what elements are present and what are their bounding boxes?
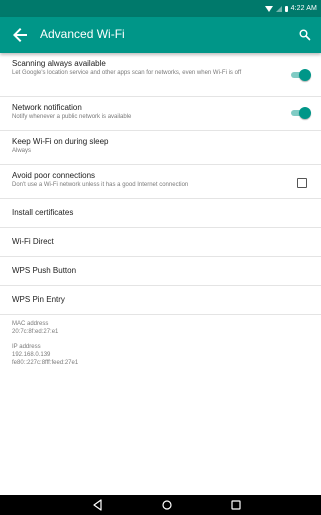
toggle-thumb bbox=[299, 69, 311, 81]
toggle-thumb bbox=[299, 107, 311, 119]
setting-title: Wi-Fi Direct bbox=[12, 237, 54, 246]
ipv6-address-value: fe80::227c:8fff:feed:27e1 bbox=[12, 360, 79, 366]
signal-icon bbox=[275, 5, 282, 12]
settings-list: Scanning always available Let Google's l… bbox=[0, 53, 321, 374]
arrow-back-icon bbox=[13, 28, 27, 42]
setting-subtitle: Notify whenever a public network is avai… bbox=[12, 114, 132, 120]
setting-title: WPS Pin Entry bbox=[12, 295, 65, 304]
wifi-icon bbox=[264, 5, 273, 12]
ip-address-block: IP address 192.168.0.139 fe80::227c:8fff… bbox=[12, 343, 321, 367]
page-title: Advanced Wi-Fi bbox=[40, 27, 125, 41]
search-icon bbox=[299, 29, 311, 41]
back-triangle-icon bbox=[93, 499, 102, 511]
back-button[interactable] bbox=[8, 23, 32, 47]
mac-address-block: MAC address 20:7c:8f:ed:27:e1 bbox=[12, 320, 321, 336]
setting-wps-pin-entry[interactable]: WPS Pin Entry bbox=[0, 286, 321, 315]
setting-title: Scanning always available bbox=[12, 59, 106, 68]
avoid-poor-connections-checkbox[interactable] bbox=[297, 178, 307, 188]
search-button[interactable] bbox=[293, 23, 317, 47]
setting-avoid-poor-connections[interactable]: Avoid poor connections Don't use a Wi-Fi… bbox=[0, 165, 321, 199]
mac-address-value: 20:7c:8f:ed:27:e1 bbox=[12, 329, 59, 335]
setting-subtitle: Don't use a Wi-Fi network unless it has … bbox=[12, 182, 189, 188]
setting-wps-push-button[interactable]: WPS Push Button bbox=[0, 257, 321, 286]
setting-title: Avoid poor connections bbox=[12, 171, 96, 180]
home-circle-icon bbox=[162, 500, 172, 510]
ipv4-address-value: 192.168.0.139 bbox=[12, 352, 51, 358]
setting-wifi-direct[interactable]: Wi-Fi Direct bbox=[0, 228, 321, 257]
setting-subtitle: Let Google's location service and other … bbox=[12, 70, 242, 76]
app-bar: Advanced Wi-Fi bbox=[0, 17, 321, 53]
ip-address-label: IP address bbox=[12, 344, 41, 350]
nav-recents-button[interactable] bbox=[229, 498, 243, 512]
recents-square-icon bbox=[231, 500, 241, 510]
setting-title: Keep Wi-Fi on during sleep bbox=[12, 137, 109, 146]
setting-title: Install certificates bbox=[12, 208, 74, 217]
scanning-toggle[interactable] bbox=[289, 69, 311, 81]
setting-network-notification[interactable]: Network notification Notify whenever a p… bbox=[0, 97, 321, 131]
setting-keep-wifi-on[interactable]: Keep Wi-Fi on during sleep Always bbox=[0, 131, 321, 165]
setting-scanning-always-available[interactable]: Scanning always available Let Google's l… bbox=[0, 53, 321, 97]
status-time: 4:22 AM bbox=[290, 5, 317, 12]
nav-home-button[interactable] bbox=[160, 498, 174, 512]
nav-back-button[interactable] bbox=[91, 498, 105, 512]
setting-title: Network notification bbox=[12, 103, 82, 112]
battery-icon bbox=[284, 5, 288, 12]
mac-address-label: MAC address bbox=[12, 321, 49, 327]
network-info: MAC address 20:7c:8f:ed:27:e1 IP address… bbox=[0, 315, 321, 367]
setting-subtitle: Always bbox=[12, 148, 32, 154]
setting-title: WPS Push Button bbox=[12, 266, 77, 275]
navigation-bar bbox=[0, 495, 321, 515]
network-notification-toggle[interactable] bbox=[289, 107, 311, 119]
setting-install-certificates[interactable]: Install certificates bbox=[0, 199, 321, 228]
status-bar: 4:22 AM bbox=[0, 0, 321, 17]
